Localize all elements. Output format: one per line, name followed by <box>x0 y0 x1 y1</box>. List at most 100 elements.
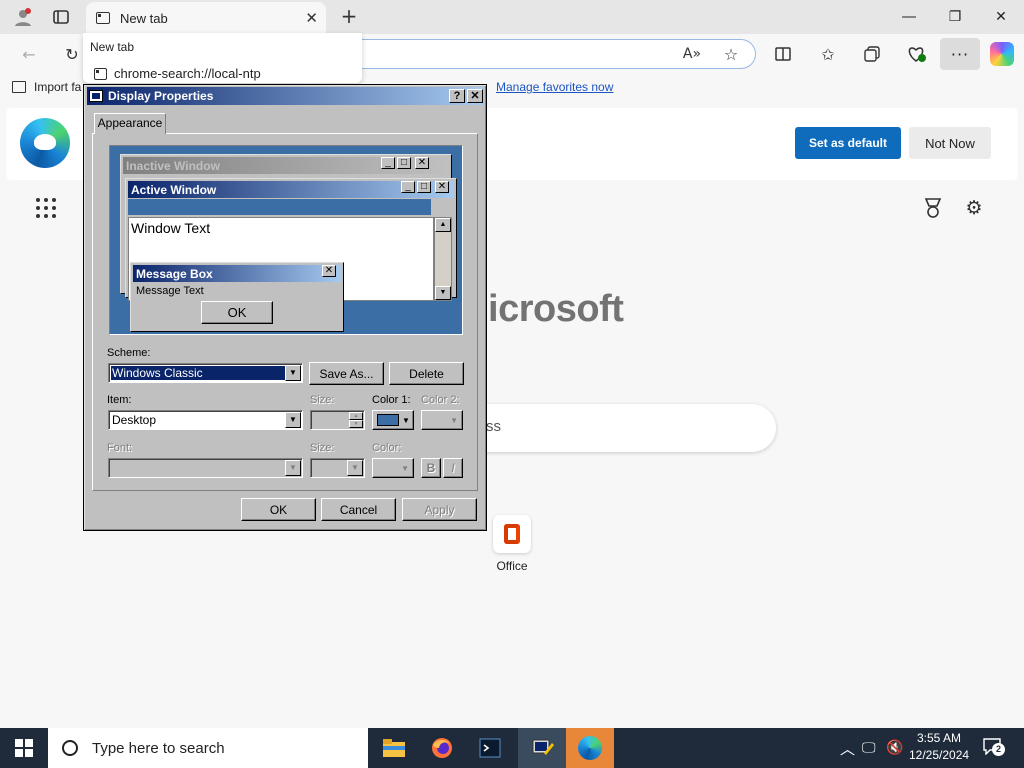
close-icon: ✕ <box>435 181 449 193</box>
dropdown-arrow-icon[interactable]: ▼ <box>285 365 301 381</box>
tab-appearance[interactable]: Appearance <box>94 113 166 134</box>
favorites-icon[interactable]: ✩ <box>816 42 840 66</box>
font-color-button: ▼ <box>372 458 414 478</box>
tab-new-tab[interactable]: New tab ✕ <box>86 2 326 34</box>
terminal-icon <box>479 738 501 758</box>
set-as-default-button[interactable]: Set as default <box>795 127 901 159</box>
page-settings-gear-icon[interactable]: ⚙ <box>962 196 986 220</box>
color1-swatch <box>377 414 399 426</box>
screen: New tab ✕ + ― ❐ ✕ ← ↻ A» ☆ ✩ ··· New tab… <box>0 0 1024 768</box>
close-icon: ✕ <box>415 157 429 169</box>
page-icon <box>94 67 107 80</box>
browser-essentials-icon[interactable] <box>904 42 928 66</box>
dialog-title-bar[interactable]: Display Properties ? ✕ <box>87 87 483 105</box>
preview-menu-bar <box>128 199 433 215</box>
office-icon <box>504 524 520 544</box>
delete-button[interactable]: Delete <box>389 362 464 385</box>
ok-button[interactable]: OK <box>241 498 316 521</box>
font-size-label: Size: <box>310 442 335 454</box>
scheme-combobox[interactable]: Windows Classic ▼ <box>108 363 303 383</box>
suggestion-text: chrome-search://local-ntp <box>114 66 261 81</box>
copilot-icon[interactable] <box>990 42 1014 66</box>
edge-taskbar-button[interactable] <box>566 728 614 768</box>
folder-icon <box>383 739 405 757</box>
display-properties-dialog: Display Properties ? ✕ Appearance Inacti… <box>83 84 487 531</box>
color1-picker-button[interactable]: ▼ <box>372 410 414 430</box>
rewards-icon[interactable] <box>921 196 945 220</box>
edge-icon <box>578 736 602 760</box>
dropdown-title: New tab <box>90 40 135 54</box>
read-aloud-icon[interactable]: A» <box>680 42 704 66</box>
file-explorer-taskbar-button[interactable] <box>370 728 418 768</box>
manage-favorites-link[interactable]: Manage favorites now <box>496 80 613 94</box>
color1-label: Color 1: <box>372 394 411 406</box>
page-icon <box>96 12 110 24</box>
font-color-label: Color: <box>372 442 402 454</box>
close-tab-icon[interactable]: ✕ <box>305 9 318 27</box>
item-label: Item: <box>107 394 132 406</box>
minimize-button[interactable]: ― <box>886 4 932 30</box>
display-properties-icon <box>532 739 554 755</box>
preview-message-box: Message Box ✕ Message Text OK <box>130 262 344 332</box>
size-spinner: ▲ ▼ <box>310 410 365 430</box>
dialog-title: Display Properties <box>108 89 214 103</box>
tab-actions-icon[interactable] <box>48 5 74 29</box>
size-label: Size: <box>310 394 335 406</box>
clock-date[interactable]: 12/25/2024 <box>909 748 969 762</box>
collections-icon[interactable] <box>860 42 884 66</box>
scheme-preview: Inactive Window _ □ ✕ Active Window _ □ … <box>109 145 463 335</box>
volume-muted-icon[interactable]: 🔇 <box>886 739 903 756</box>
import-label: Import fa <box>34 80 82 94</box>
minimize-icon: _ <box>401 181 415 193</box>
bold-button: B <box>421 458 441 478</box>
window-text: Window Text <box>131 220 211 236</box>
maximize-icon: □ <box>417 181 431 193</box>
firefox-taskbar-button[interactable] <box>418 728 466 768</box>
profile-icon[interactable] <box>10 5 36 29</box>
start-button[interactable] <box>0 728 48 768</box>
search-text-fragment: ss <box>486 418 501 435</box>
app-launcher-icon[interactable] <box>36 198 56 218</box>
split-screen-icon[interactable] <box>771 42 795 66</box>
dropdown-arrow-icon: ▼ <box>285 460 301 476</box>
dialog-close-button[interactable]: ✕ <box>467 89 483 103</box>
tab-strip: New tab ✕ + ― ❐ ✕ <box>0 0 1024 34</box>
clock-time[interactable]: 3:55 AM <box>917 731 961 745</box>
cancel-button[interactable]: Cancel <box>321 498 396 521</box>
save-as-button[interactable]: Save As... <box>309 362 384 385</box>
scheme-value: Windows Classic <box>111 366 285 380</box>
terminal-taskbar-button[interactable] <box>466 728 514 768</box>
suggestion-item[interactable]: chrome-search://local-ntp <box>94 66 261 81</box>
back-icon[interactable]: ← <box>17 42 41 66</box>
office-quick-link[interactable] <box>493 515 531 553</box>
not-now-button[interactable]: Not Now <box>909 127 991 159</box>
msgbox-title: Message Box <box>133 265 341 282</box>
maximize-icon: □ <box>397 157 411 169</box>
restore-button[interactable]: ❐ <box>932 4 978 30</box>
scheme-label: Scheme: <box>107 347 151 359</box>
close-window-button[interactable]: ✕ <box>978 4 1024 30</box>
show-hidden-icons-chevron-icon[interactable]: ︿ <box>840 738 855 759</box>
msgbox-ok-button: OK <box>201 301 273 324</box>
taskbar-search-box[interactable]: Type here to search <box>48 728 368 768</box>
new-tab-button[interactable]: + <box>336 4 362 28</box>
dropdown-arrow-icon[interactable]: ▼ <box>285 412 301 428</box>
italic-button: I <box>443 458 463 478</box>
import-favorites-item[interactable]: Import fa <box>12 80 81 94</box>
settings-and-more-button[interactable]: ··· <box>940 38 980 70</box>
notification-center-button[interactable]: 2 <box>982 737 1005 757</box>
import-icon <box>12 81 26 93</box>
apply-button: Apply <box>402 498 477 521</box>
font-size-combobox: ▼ <box>310 458 365 478</box>
refresh-icon[interactable]: ↻ <box>60 42 84 66</box>
omnibox-dropdown: New tab chrome-search://local-ntp <box>83 33 362 83</box>
help-button[interactable]: ? <box>449 89 465 103</box>
msgbox-text: Message Text <box>136 285 204 297</box>
favorite-star-icon[interactable]: ☆ <box>719 42 743 66</box>
item-value: Desktop <box>112 413 157 427</box>
item-combobox[interactable]: Desktop ▼ <box>108 410 303 430</box>
font-label: Font: <box>107 442 133 454</box>
network-icon[interactable]: 🖵 <box>862 739 876 756</box>
minimize-icon: _ <box>381 157 395 169</box>
display-properties-taskbar-button[interactable] <box>518 728 566 768</box>
